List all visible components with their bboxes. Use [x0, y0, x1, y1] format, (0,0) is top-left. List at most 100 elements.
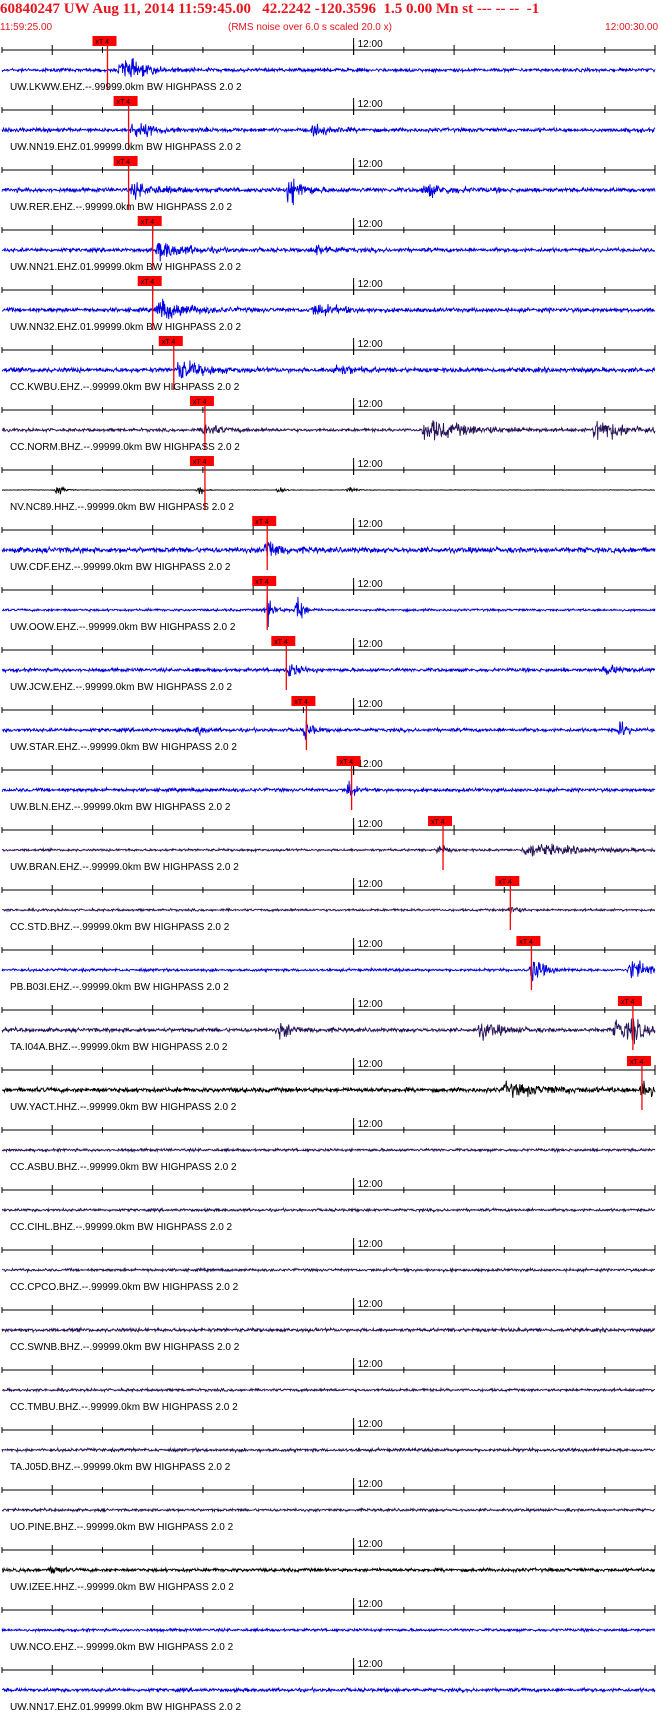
tick-label: 12:00: [358, 219, 383, 230]
waveform: [1, 1018, 656, 1045]
tick-label: 12:00: [358, 1659, 383, 1670]
waveform: [1, 486, 656, 495]
station-label: CC.SWNB.BHZ.--.99999.0km BW HIGHPASS 2.0…: [10, 1342, 240, 1353]
tick-label: 12:00: [358, 39, 383, 50]
trace-row: 12:00 xT 4 UW.OOW.EHZ.--.99999.0km BW HIGH…: [1, 576, 656, 633]
waveform: [1, 541, 656, 557]
tick-label: 12:00: [358, 1239, 383, 1250]
tick-label: 12:00: [358, 1299, 383, 1310]
tick-label: 12:00: [358, 759, 383, 770]
station-label: UW.NN32.EHZ.01.99999.0km BW HIGHPASS 2.0…: [10, 322, 241, 333]
end-time: 12:00:30.00: [605, 22, 658, 33]
station-label: CC.CPCO.BHZ.--.99999.0km BW HIGHPASS 2.0…: [10, 1282, 239, 1293]
tick-label: 12:00: [358, 279, 383, 290]
waveform: [1, 57, 656, 78]
station-label: CC.TMBU.BHZ.--.99999.0km BW HIGHPASS 2.0…: [10, 1402, 238, 1413]
station-label: UW.IZEE.HHZ.--.99999.0km BW HIGHPASS 2.0…: [10, 1582, 234, 1593]
tick-label: 12:00: [358, 399, 383, 410]
tick-label: 12:00: [358, 579, 383, 590]
pick-label: xT 4: [274, 639, 288, 646]
tick-label: 12:00: [358, 159, 383, 170]
waveform: [2, 298, 656, 320]
pick-label: xT 4: [162, 339, 176, 346]
pick-label: xT 4: [95, 39, 109, 46]
trace-row: 12:00 CC.CPCO.BHZ.--.99999.0km BW HIGHPAS…: [1, 1238, 656, 1293]
pick-label: xT 4: [193, 399, 207, 406]
pick-label: xT 4: [193, 459, 207, 466]
tick-label: 12:00: [358, 1479, 383, 1490]
trace-row: 12:00 xT 4 TA.I04A.BHZ.--.99999.0km BW HIG…: [1, 996, 656, 1053]
station-label: UW.BLN.EHZ.--.99999.0km BW HIGHPASS 2.0 …: [10, 802, 231, 813]
trace-row: 12:00 xT 4 NV.NC89.HHZ.--.99999.0km BW HIG…: [1, 456, 656, 513]
tick-label: 12:00: [358, 1119, 383, 1130]
tick-label: 12:00: [358, 699, 383, 710]
station-label: TA.I04A.BHZ.--.99999.0km BW HIGHPASS 2.0…: [10, 1042, 228, 1053]
waveform: [1, 1627, 656, 1634]
pick-label: xT 4: [340, 759, 354, 766]
waveform: [1, 780, 656, 796]
waveform: [1, 718, 656, 740]
trace-row: 12:00 UW.IZEE.HHZ.--.99999.0km BW HIGHPAS…: [1, 1538, 656, 1593]
station-label: UW.NN21.EHZ.01.99999.0km BW HIGHPASS 2.0…: [10, 262, 241, 273]
pick-label: xT 4: [498, 879, 512, 886]
tick-label: 12:00: [358, 1539, 383, 1550]
waveform: [1, 123, 656, 138]
waveform: [1, 1686, 656, 1694]
pick-label: xT 4: [630, 1059, 644, 1066]
waveform: [1, 1326, 656, 1334]
trace-row: 12:00 xT 4 UW.BLN.EHZ.--.99999.0km BW HIGH…: [1, 756, 656, 813]
waveform: [1, 360, 656, 379]
event-title: 60840247 UW Aug 11, 2014 11:59:45.00 42.…: [0, 1, 540, 17]
trace-row: 12:00 UW.NN17.EHZ.01.99999.0km BW HIGHPAS…: [1, 1658, 656, 1713]
tick-label: 12:00: [358, 99, 383, 110]
trace-row: 12:00 xT 4 UW.CDF.EHZ.--.99999.0km BW HIGH…: [1, 516, 656, 573]
tick-label: 12:00: [358, 1359, 383, 1370]
station-label: UW.YACT.HHZ.--.99999.0km BW HIGHPASS 2.0…: [10, 1102, 237, 1113]
station-label: CC.KWBU.EHZ.--.99999.0km BW HIGHPASS 2.0…: [10, 382, 240, 393]
station-label: NV.NC89.HHZ.--.99999.0km BW HIGHPASS 2.0…: [10, 502, 234, 513]
tick-label: 12:00: [358, 1179, 383, 1190]
waveform: [1, 843, 656, 857]
start-time: 11:59:25.00: [0, 22, 53, 33]
pick-label: xT 4: [519, 939, 533, 946]
station-label: UW.CDF.EHZ.--.99999.0km BW HIGHPASS 2.0 …: [10, 562, 231, 573]
trace-row: 12:00 xT 4 UW.RER.EHZ.--.99999.0km BW HIGH…: [1, 156, 656, 213]
pick-label: xT 4: [621, 999, 635, 1006]
trace-row: 12:00 TA.J05D.BHZ.--.99999.0km BW HIGHPAS…: [1, 1418, 656, 1473]
station-label: CC.NORM.BHZ.--.99999.0km BW HIGHPASS 2.0…: [10, 442, 240, 453]
pick-label: xT 4: [255, 519, 269, 526]
station-label: UW.OOW.EHZ.--.99999.0km BW HIGHPASS 2.0 …: [10, 622, 236, 633]
waveform: [2, 1565, 656, 1575]
station-label: UW.STAR.EHZ.--.99999.0km BW HIGHPASS 2.0…: [10, 742, 237, 753]
tick-label: 12:00: [358, 1419, 383, 1430]
pick-label: xT 4: [117, 159, 131, 166]
waveform: [1, 242, 656, 262]
waveform: [1, 664, 656, 677]
station-label: UW.NN19.EHZ.01.99999.0km BW HIGHPASS 2.0…: [10, 142, 241, 153]
station-label: UW.LKWW.EHZ.--.99999.0km BW HIGHPASS 2.0…: [10, 82, 242, 93]
station-label: UW.NN17.EHZ.01.99999.0km BW HIGHPASS 2.0…: [10, 1702, 241, 1713]
pick-label: xT 4: [141, 279, 155, 286]
trace-row: 12:00 xT 4 UW.LKWW.EHZ.--.99999.0km BW HIG…: [1, 36, 656, 93]
waveform: [1, 1446, 656, 1454]
trace-row: 12:00 xT 4 UW.YACT.HHZ.--.99999.0km BW HIG…: [1, 1056, 656, 1113]
station-label: CC.ASBU.BHZ.--.99999.0km BW HIGHPASS 2.0…: [10, 1162, 237, 1173]
waveform: [1, 1506, 655, 1514]
trace-row: 12:00 xT 4 UW.JCW.EHZ.--.99999.0km BW HIGH…: [1, 636, 656, 693]
trace-row: 12:00 xT 4 CC.NORM.BHZ.--.99999.0km BW HIG…: [1, 396, 656, 453]
trace-row: 12:00 xT 4 UW.BRAN.EHZ.--.99999.0km BW HIG…: [1, 816, 656, 873]
tick-label: 12:00: [358, 639, 383, 650]
trace-row: 12:00 xT 4 UW.NN21.EHZ.01.99999.0km BW HIG…: [1, 216, 656, 273]
station-label: UW.JCW.EHZ.--.99999.0km BW HIGHPASS 2.0 …: [10, 682, 233, 693]
waveform: [1, 1206, 656, 1214]
tick-label: 12:00: [358, 939, 383, 950]
tick-label: 12:00: [358, 819, 383, 830]
waveform: [1, 420, 656, 441]
trace-row: 12:00 xT 4 UW.NN19.EHZ.01.99999.0km BW HIG…: [1, 96, 656, 153]
scaling-note: (RMS noise over 6.0 s scaled 20.0 x): [228, 22, 392, 33]
pick-label: xT 4: [431, 819, 445, 826]
tick-label: 12:00: [358, 459, 383, 470]
trace-row: 12:00 CC.TMBU.BHZ.--.99999.0km BW HIGHPAS…: [1, 1358, 656, 1413]
trace-row: 12:00 xT 4 UW.STAR.EHZ.--.99999.0km BW HIG…: [1, 696, 656, 753]
waveform: [1, 1147, 656, 1154]
